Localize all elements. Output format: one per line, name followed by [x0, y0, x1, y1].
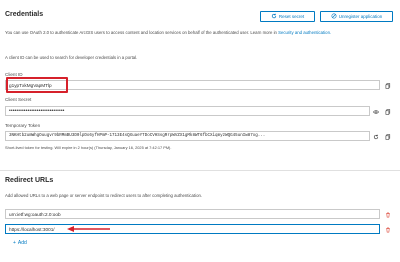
client-secret-field[interactable]: ••••••••••••••••••••••••••••••: [5, 106, 370, 116]
redirect-url-value: https://localhost:3001/: [9, 226, 55, 232]
show-secret-button[interactable]: [371, 106, 381, 116]
credentials-title: Credentials: [5, 11, 44, 18]
reset-secret-label: Reset secret: [278, 14, 305, 19]
temporary-token-field[interactable]: 3NKHtb2umWhgOuugvr9bRMmBU3D0lpDo6yfHPmP-…: [5, 131, 370, 141]
copy-icon: [385, 76, 391, 94]
client-id-value: g1ypTxkMgVapMTlp: [9, 82, 52, 88]
add-label: Add: [17, 240, 27, 246]
security-link[interactable]: Security and authentication.: [278, 30, 331, 35]
credentials-description: You can use OAuth 2.0 to authenticate Ar…: [5, 30, 332, 35]
client-secret-value: ••••••••••••••••••••••••••••••: [9, 108, 65, 114]
arrow-icon: [67, 226, 110, 232]
refresh-icon: [373, 127, 379, 145]
copy-secret-button[interactable]: [383, 106, 393, 116]
redirect-urls-card: Redirect URLs Add allowed URLs to a web …: [0, 170, 400, 262]
temporary-token-label: Temporary Token: [5, 123, 41, 128]
copy-icon: [385, 127, 391, 145]
client-secret-label: Client Secret: [5, 97, 32, 102]
redirect-urls-title: Redirect URLs: [5, 177, 54, 184]
redirect-url-field[interactable]: https://localhost:3001/: [5, 224, 380, 234]
add-redirect-url-button[interactable]: + Add: [13, 240, 27, 246]
eye-icon: [373, 102, 379, 120]
plus-icon: +: [13, 240, 16, 246]
client-id-field[interactable]: g1ypTxkMgVapMTlp: [5, 80, 380, 90]
delete-icon: [385, 220, 391, 238]
refresh-token-button[interactable]: [371, 131, 381, 141]
delete-redirect-url-button[interactable]: [383, 224, 393, 234]
temporary-token-value: 3NKHtb2umWhgOuugvr9bRMmBU3D0lpDo6yfHPmP-…: [9, 134, 266, 138]
copy-token-button[interactable]: [383, 131, 393, 141]
redirect-url-value: urn:ietf:wg:oauth:2.0:oob: [9, 211, 61, 217]
copy-icon: [385, 102, 391, 120]
client-id-label: Client ID: [5, 72, 23, 77]
credentials-card: Credentials Reset secret Unregister appl…: [0, 0, 400, 180]
unregister-application-button[interactable]: Unregister application: [320, 11, 393, 22]
token-note: Short-lived token for testing. Will expi…: [5, 145, 172, 150]
copy-client-id-button[interactable]: [383, 80, 393, 90]
delete-redirect-url-button[interactable]: [383, 209, 393, 219]
client-id-info: A client ID can be used to search for de…: [5, 55, 138, 60]
reset-secret-button[interactable]: Reset secret: [260, 11, 315, 22]
redirect-url-field[interactable]: urn:ietf:wg:oauth:2.0:oob: [5, 209, 380, 219]
reset-icon: [271, 13, 277, 20]
unregister-icon: [331, 13, 337, 20]
unregister-label: Unregister application: [338, 14, 383, 19]
redirect-urls-description: Add allowed URLs to a web page or server…: [5, 193, 203, 198]
